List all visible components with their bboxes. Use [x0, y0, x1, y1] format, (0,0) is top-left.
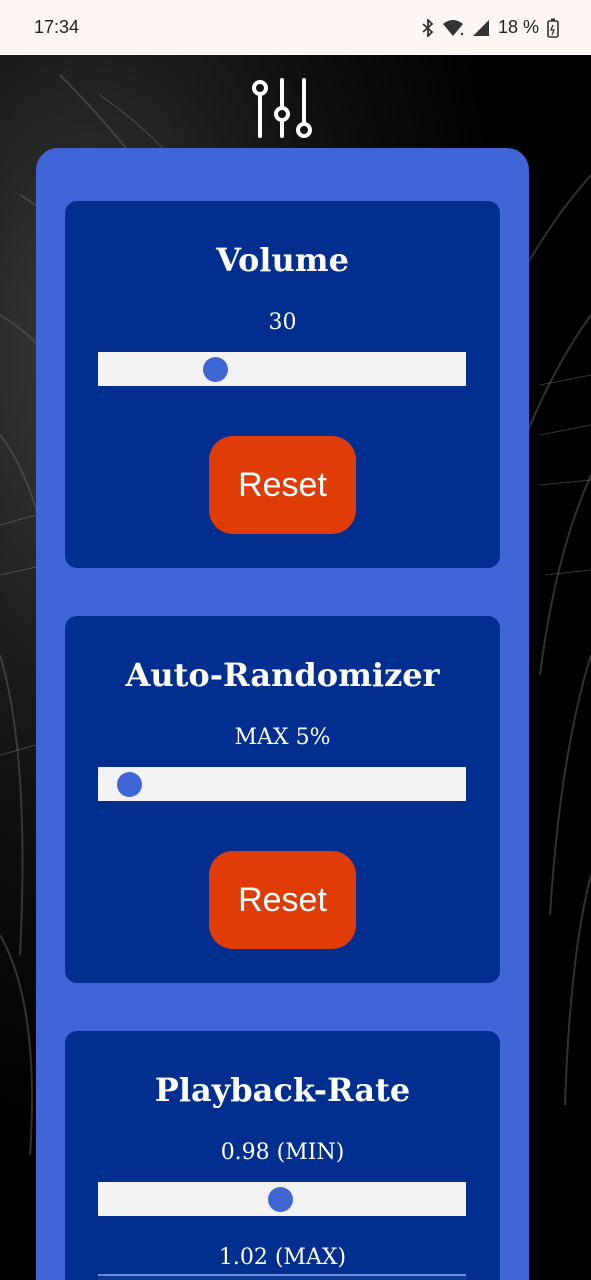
sliders-icon [250, 76, 314, 140]
volume-slider[interactable] [98, 352, 466, 386]
volume-slider-thumb[interactable] [202, 357, 228, 382]
playback-card: Playback-Rate 0.98 (MIN) 1.02 (MAX) [65, 1031, 500, 1280]
randomizer-title: Auto-Randomizer [125, 656, 440, 694]
volume-value: 30 [268, 310, 297, 335]
randomizer-reset-button[interactable]: Reset [209, 851, 356, 949]
playback-max-value: 1.02 (MAX) [218, 1245, 347, 1270]
randomizer-value: MAX 5% [234, 725, 331, 750]
randomizer-slider[interactable] [98, 767, 466, 801]
volume-reset-button[interactable]: Reset [209, 436, 356, 534]
bluetooth-icon [422, 18, 434, 37]
playback-max-slider[interactable] [98, 1274, 466, 1280]
status-bar: 17:34 18 % [0, 0, 591, 55]
randomizer-slider-thumb[interactable] [117, 772, 143, 797]
randomizer-card: Auto-Randomizer MAX 5% Reset [65, 616, 500, 983]
playback-min-slider[interactable] [98, 1182, 466, 1216]
signal-icon [472, 19, 490, 37]
battery-text: 18 % [497, 17, 539, 37]
battery-icon [547, 18, 559, 38]
wifi-icon [442, 19, 464, 37]
status-icons: 18 % [422, 17, 559, 38]
playback-title: Playback-Rate [154, 1071, 411, 1109]
playback-min-slider-thumb[interactable] [268, 1187, 294, 1212]
playback-min-value: 0.98 (MIN) [220, 1140, 345, 1165]
status-time: 17:34 [34, 17, 80, 37]
volume-card: Volume 30 Reset [65, 201, 500, 568]
volume-title: Volume [216, 241, 349, 279]
